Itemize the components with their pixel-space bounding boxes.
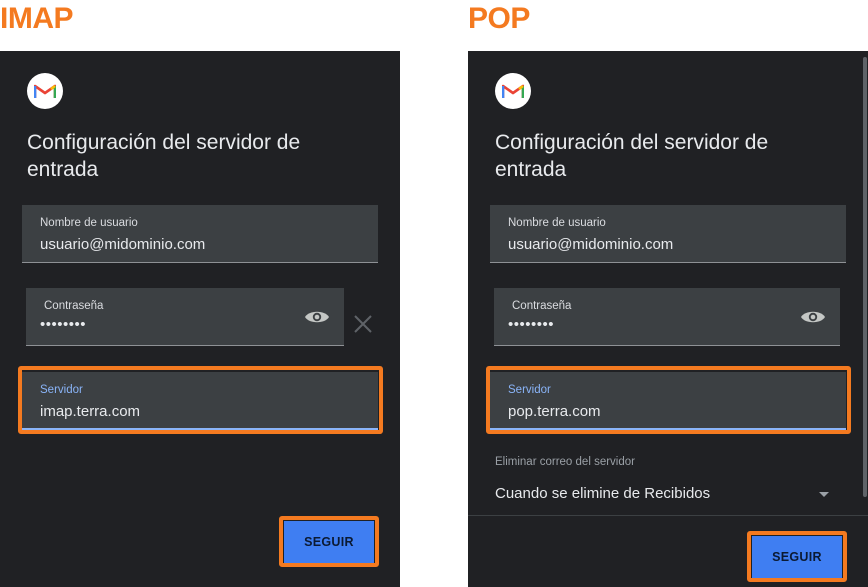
eye-icon[interactable]	[304, 308, 330, 326]
close-icon[interactable]	[353, 314, 373, 334]
delete-mail-label: Eliminar correo del servidor	[495, 456, 635, 468]
password-value: ••••••••	[508, 316, 555, 333]
password-value: ••••••••	[40, 316, 87, 333]
button-highlight	[747, 531, 847, 582]
password-field[interactable]: Contraseña ••••••••	[494, 288, 840, 346]
password-label: Contraseña	[512, 300, 572, 312]
page-title: Configuración del servidor de entrada	[495, 131, 769, 181]
password-field[interactable]: Contraseña ••••••••	[26, 288, 344, 346]
server-highlight	[18, 366, 383, 434]
username-label: Nombre de usuario	[508, 217, 606, 229]
eye-icon[interactable]	[800, 308, 826, 326]
page-title: Configuración del servidor de entrada	[27, 131, 301, 181]
gmail-logo-icon	[495, 73, 531, 109]
imap-panel: Configuración del servidor de entrada No…	[0, 51, 400, 587]
scrollbar[interactable]	[863, 57, 867, 497]
password-label: Contraseña	[44, 300, 104, 312]
divider	[468, 515, 868, 516]
username-field[interactable]: Nombre de usuario usuario@midominio.com	[22, 205, 378, 263]
pop-heading: POP	[468, 2, 530, 35]
gmail-logo-icon	[27, 73, 63, 109]
username-label: Nombre de usuario	[40, 217, 138, 229]
username-field[interactable]: Nombre de usuario usuario@midominio.com	[490, 205, 846, 263]
username-value: usuario@midominio.com	[40, 236, 206, 253]
dropdown-caret-icon[interactable]	[819, 492, 829, 497]
server-highlight	[486, 366, 851, 434]
delete-mail-select[interactable]: Cuando se elimine de Recibidos	[495, 485, 710, 502]
imap-heading: IMAP	[0, 2, 74, 35]
username-value: usuario@midominio.com	[508, 236, 674, 253]
button-highlight	[279, 516, 379, 567]
pop-panel: Configuración del servidor de entrada No…	[468, 51, 868, 587]
